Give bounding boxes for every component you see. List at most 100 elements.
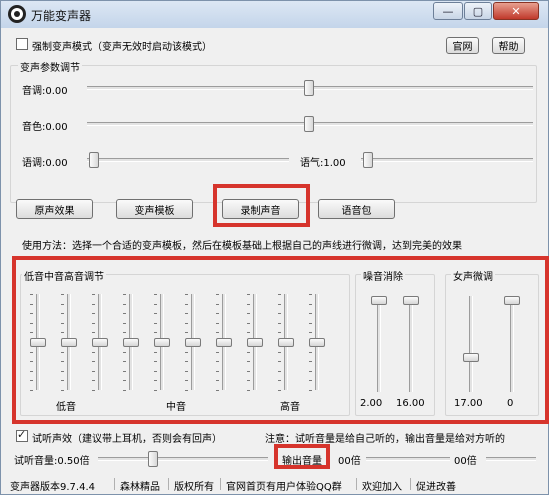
eq-band-9-slider-thumb[interactable] xyxy=(278,337,294,347)
speed-slider-thumb[interactable] xyxy=(89,152,99,168)
official-site-button[interactable]: 官网 xyxy=(446,37,479,54)
slider-tick xyxy=(216,390,219,391)
slider-tick xyxy=(123,322,126,324)
status-qq-group: 官网首页有用户体验QQ群 xyxy=(226,482,342,493)
tone-label: 语气:1.00 xyxy=(300,158,346,169)
noise-value-2: 16.00 xyxy=(396,398,425,409)
close-button[interactable]: ✕ xyxy=(493,2,539,20)
slider-tick xyxy=(278,322,281,324)
eq-band-7-slider-thumb[interactable] xyxy=(216,337,232,347)
slider-tick xyxy=(123,313,126,315)
tone-slider-thumb[interactable] xyxy=(363,152,373,168)
noise-1-slider-track[interactable] xyxy=(377,296,381,392)
slider-tick xyxy=(30,390,33,391)
slider-tick xyxy=(123,390,126,391)
slider-tick xyxy=(247,313,250,315)
slider-tick xyxy=(247,380,250,382)
monitor-volume-label: 试听音量:0.50倍 xyxy=(14,456,90,467)
noise-group xyxy=(355,274,435,416)
female-1-slider-track[interactable] xyxy=(469,296,473,392)
slider-tick xyxy=(154,332,157,334)
slider-tick xyxy=(30,361,33,363)
slider-tick xyxy=(123,332,126,334)
status-separator xyxy=(168,478,169,490)
female-2-slider-thumb[interactable] xyxy=(504,296,520,305)
slider-tick xyxy=(92,370,95,372)
voice-pack-button[interactable]: 语音包 xyxy=(318,199,395,219)
slider-tick xyxy=(154,380,157,382)
status-improve-link[interactable]: 促进改善 xyxy=(416,478,456,493)
pitch-slider-thumb[interactable] xyxy=(304,80,314,96)
eq-band-5-slider-thumb[interactable] xyxy=(154,337,170,347)
slider-tick xyxy=(61,313,64,315)
eq-band-6-slider-thumb[interactable] xyxy=(185,337,201,347)
slider-tick xyxy=(30,313,33,315)
slider-tick xyxy=(154,303,157,305)
monitor-volume-thumb[interactable] xyxy=(148,451,158,467)
slider-tick xyxy=(247,361,250,363)
slider-tick xyxy=(278,313,281,315)
output-volume-track-2[interactable] xyxy=(486,457,536,461)
monitor-volume-track[interactable] xyxy=(98,457,268,461)
eq-band-1-slider-thumb[interactable] xyxy=(30,337,46,347)
monitor-label: 试听声效（建议带上耳机，否则会有回声） xyxy=(32,434,222,445)
slider-tick xyxy=(61,322,64,324)
voice-templates-button[interactable]: 变声模板 xyxy=(116,199,193,219)
title-bar[interactable]: 万能变声器 — ▢ ✕ xyxy=(1,1,548,28)
slider-tick xyxy=(278,303,281,305)
timbre-slider-thumb[interactable] xyxy=(304,116,314,132)
slider-tick xyxy=(216,380,219,382)
slider-tick xyxy=(123,303,126,305)
noise-1-slider-thumb[interactable] xyxy=(371,296,387,305)
slider-tick xyxy=(309,390,312,391)
original-sound-button[interactable]: 原声效果 xyxy=(16,199,93,219)
minimize-button[interactable]: — xyxy=(433,2,463,20)
slider-tick xyxy=(92,351,95,353)
eq-band-2-slider-thumb[interactable] xyxy=(61,337,77,347)
slider-tick xyxy=(61,303,64,305)
force-mode-checkbox[interactable] xyxy=(16,38,28,50)
slider-tick xyxy=(216,303,219,305)
slider-tick xyxy=(154,294,157,295)
slider-tick xyxy=(309,361,312,363)
status-separator xyxy=(410,478,411,490)
noise-2-slider-thumb[interactable] xyxy=(403,296,419,305)
slider-tick xyxy=(216,351,219,353)
noise-2-slider-track[interactable] xyxy=(409,296,413,392)
eq-band-4-slider-thumb[interactable] xyxy=(123,337,139,347)
status-join-link[interactable]: 欢迎加入 xyxy=(362,478,402,493)
slider-tick xyxy=(92,380,95,382)
help-button[interactable]: 帮助 xyxy=(492,37,525,54)
slider-tick xyxy=(154,361,157,363)
output-volume-track[interactable] xyxy=(366,457,450,461)
tone-slider-track[interactable] xyxy=(361,158,533,162)
slider-tick xyxy=(123,380,126,382)
slider-tick xyxy=(309,303,312,305)
main-window: 万能变声器 — ▢ ✕ 强制变声模式（变声无效时启动该模式） 官网 帮助 变声参… xyxy=(0,0,549,495)
eq-band-10-slider-thumb[interactable] xyxy=(309,337,325,347)
female-2-slider-track[interactable] xyxy=(510,296,514,392)
monitor-checkbox[interactable] xyxy=(16,428,28,442)
slider-tick xyxy=(247,322,250,324)
content-area: 强制变声模式（变声无效时启动该模式） 官网 帮助 变声参数调节 音调:0.00 … xyxy=(8,28,549,494)
female-value-2: 0 xyxy=(507,398,514,409)
female-group-title: 女声微调 xyxy=(451,268,495,283)
status-version: 变声器版本9.7.4.4 xyxy=(10,482,95,493)
slider-tick xyxy=(92,361,95,363)
status-separator xyxy=(114,478,115,490)
slider-tick xyxy=(123,351,126,353)
slider-tick xyxy=(247,370,250,372)
slider-tick xyxy=(309,294,312,295)
slider-tick xyxy=(216,294,219,295)
slider-tick xyxy=(30,370,33,372)
app-logo-icon xyxy=(8,5,26,23)
slider-tick xyxy=(61,294,64,295)
maximize-button[interactable]: ▢ xyxy=(464,2,492,20)
slider-tick xyxy=(30,303,33,305)
eq-band-8-slider-thumb[interactable] xyxy=(247,337,263,347)
status-separator xyxy=(220,478,221,490)
eq-band-3-slider-thumb[interactable] xyxy=(92,337,108,347)
female-1-slider-thumb[interactable] xyxy=(463,352,479,362)
speed-slider-track[interactable] xyxy=(87,158,289,162)
slider-tick xyxy=(309,322,312,324)
